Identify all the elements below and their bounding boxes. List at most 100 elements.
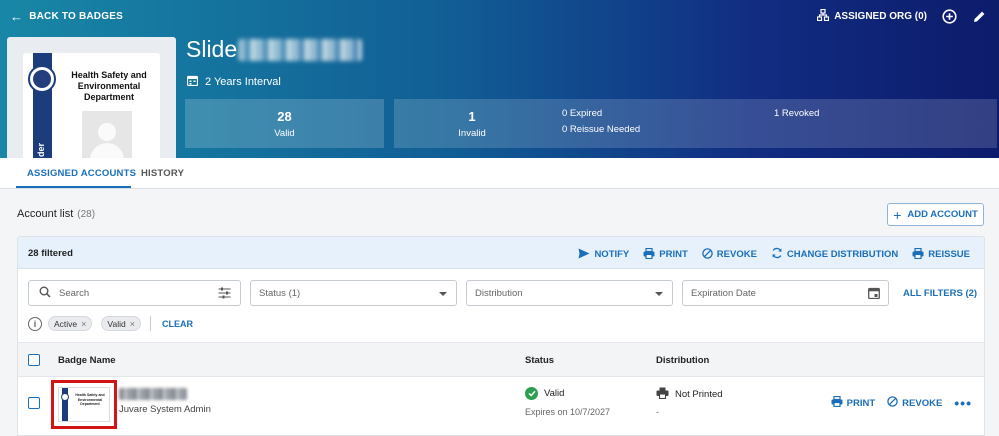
distribution-subtext: -: [656, 407, 659, 417]
row-revoke-label: REVOKE: [902, 397, 943, 409]
column-status[interactable]: Status: [525, 355, 554, 366]
tab-history[interactable]: HISTORY: [141, 168, 184, 179]
info-icon[interactable]: i: [28, 316, 42, 331]
account-list-heading: Account list (28): [17, 208, 95, 220]
valid-stat-card: 28 Valid: [185, 99, 384, 148]
revoke-icon: [702, 247, 713, 262]
printer-icon: [912, 247, 924, 262]
photo-placeholder: [82, 111, 132, 158]
org-tree-icon: [817, 8, 830, 24]
valid-label: Valid: [274, 128, 295, 139]
badge-stripe-text: der: [36, 142, 46, 157]
tab-assigned-accounts[interactable]: ASSIGNED ACCOUNTS: [27, 168, 136, 179]
chevron-down-icon: [439, 292, 447, 296]
search-input[interactable]: Search: [28, 280, 241, 306]
calendar-icon: [186, 75, 199, 89]
row-checkbox[interactable]: [28, 397, 40, 409]
back-to-badges-link[interactable]: ← BACK TO BADGES: [10, 10, 123, 23]
expiration-date-placeholder: Expiration Date: [691, 287, 756, 299]
clear-filters-button[interactable]: CLEAR: [162, 319, 193, 329]
arrow-left-icon: ←: [10, 9, 24, 24]
seal-logo: [28, 65, 56, 93]
badge-thumbnail: Health Safety and Environmental Departme…: [58, 387, 110, 422]
thumb-seal: [61, 393, 69, 401]
row-revoke-button[interactable]: REVOKE: [887, 396, 942, 410]
row-print-label: PRINT: [846, 397, 876, 409]
plus-icon: +: [893, 206, 902, 223]
revoke-button[interactable]: REVOKE: [702, 247, 757, 262]
row-print-button[interactable]: PRINT: [831, 395, 876, 410]
distribution-cell: Not Printed: [656, 387, 723, 402]
column-distribution[interactable]: Distribution: [656, 355, 709, 366]
bulk-action-bar: 28 filtered NOTIFY PRINT REVOKE CHANGE D…: [18, 237, 984, 269]
add-account-label: ADD ACCOUNT: [907, 209, 978, 220]
close-icon[interactable]: ×: [130, 319, 135, 329]
badge-title-text: Slide: [186, 36, 238, 62]
chip-label: Active: [54, 318, 78, 329]
invalid-label: Invalid: [458, 128, 486, 139]
revoke-icon: [887, 396, 898, 410]
notify-button[interactable]: NOTIFY: [578, 247, 629, 262]
bulk-actions: NOTIFY PRINT REVOKE CHANGE DISTRIBUTION …: [578, 247, 970, 262]
check-circle-icon: [525, 387, 538, 400]
redacted-account-name[interactable]: [119, 388, 187, 400]
invalid-count: 1: [468, 109, 476, 124]
badge-preview-panel: der Health Safety and Environmental Depa…: [7, 37, 176, 158]
tune-icon[interactable]: [218, 287, 231, 302]
change-distribution-button[interactable]: CHANGE DISTRIBUTION: [771, 247, 898, 262]
filter-chip-valid: Valid ×: [101, 316, 141, 331]
distribution-select[interactable]: Distribution: [466, 280, 673, 306]
select-all-checkbox[interactable]: [28, 354, 40, 366]
chevron-down-icon: [655, 292, 663, 296]
account-list-count: (28): [77, 209, 96, 220]
assigned-org-label: ASSIGNED ORG (0): [834, 10, 927, 22]
close-icon[interactable]: ×: [81, 319, 86, 329]
distribution-value: Not Printed: [675, 389, 723, 400]
status-select[interactable]: Status (1): [250, 280, 457, 306]
tab-bar: ASSIGNED ACCOUNTS HISTORY: [0, 158, 999, 189]
active-tab-indicator: [16, 186, 131, 188]
all-filters-button[interactable]: ALL FILTERS (2): [903, 288, 977, 299]
change-distribution-label: CHANGE DISTRIBUTION: [786, 249, 899, 260]
table-header: Badge Name Status Distribution: [18, 342, 984, 377]
expiration-date-field[interactable]: Expiration Date: [682, 280, 889, 306]
badge-preview-card: der Health Safety and Environmental Depa…: [23, 53, 160, 158]
edit-pencil-icon[interactable]: [971, 8, 987, 24]
status-select-value: Status (1): [259, 287, 301, 299]
add-circle-icon[interactable]: [941, 8, 957, 24]
send-icon: [578, 248, 590, 262]
active-filter-chips: i Active × Valid × CLEAR: [28, 315, 193, 332]
revoke-label: REVOKE: [716, 249, 757, 260]
header-actions: ASSIGNED ORG (0): [817, 8, 987, 24]
more-options-icon[interactable]: •••: [954, 396, 972, 410]
chip-label: Valid: [107, 318, 126, 329]
print-button[interactable]: PRINT: [643, 247, 688, 262]
add-account-button[interactable]: + ADD ACCOUNT: [887, 203, 984, 226]
back-label: BACK TO BADGES: [29, 11, 123, 22]
thumb-title: Health Safety and Environmental Departme…: [75, 393, 105, 406]
row-actions: PRINT REVOKE •••: [831, 395, 972, 410]
account-role: Juvare System Admin: [119, 404, 211, 415]
status-value: Valid: [544, 388, 565, 399]
expired-count: 0 Expired: [562, 108, 603, 119]
accounts-panel: 28 filtered NOTIFY PRINT REVOKE CHANGE D…: [17, 236, 985, 436]
filter-chip-active: Active ×: [48, 316, 93, 331]
reissue-button[interactable]: REISSUE: [912, 247, 970, 262]
page-title: Slide: [186, 36, 363, 63]
badge-thumbnail-highlight[interactable]: Health Safety and Environmental Departme…: [51, 380, 117, 429]
renewal-interval: 2 Years Interval: [186, 75, 281, 89]
assigned-org-button[interactable]: ASSIGNED ORG (0): [817, 8, 927, 24]
badge-stripe: der: [28, 53, 56, 158]
valid-count: 28: [277, 109, 292, 124]
account-list-title: Account list: [17, 208, 74, 220]
interval-text: 2 Years Interval: [205, 76, 281, 88]
calendar-icon[interactable]: [868, 287, 880, 302]
filtered-count: 28 filtered: [28, 248, 73, 259]
reissue-needed-count: 0 Reissue Needed: [562, 124, 641, 135]
invalid-stat-card: 1 Invalid 0 Expired 0 Reissue Needed 1 R…: [394, 99, 997, 148]
revoked-count: 1 Revoked: [774, 108, 820, 119]
column-badge-name[interactable]: Badge Name: [58, 355, 116, 366]
chip-divider: [149, 316, 151, 331]
distribution-select-value: Distribution: [475, 287, 523, 299]
search-icon: [39, 286, 51, 301]
